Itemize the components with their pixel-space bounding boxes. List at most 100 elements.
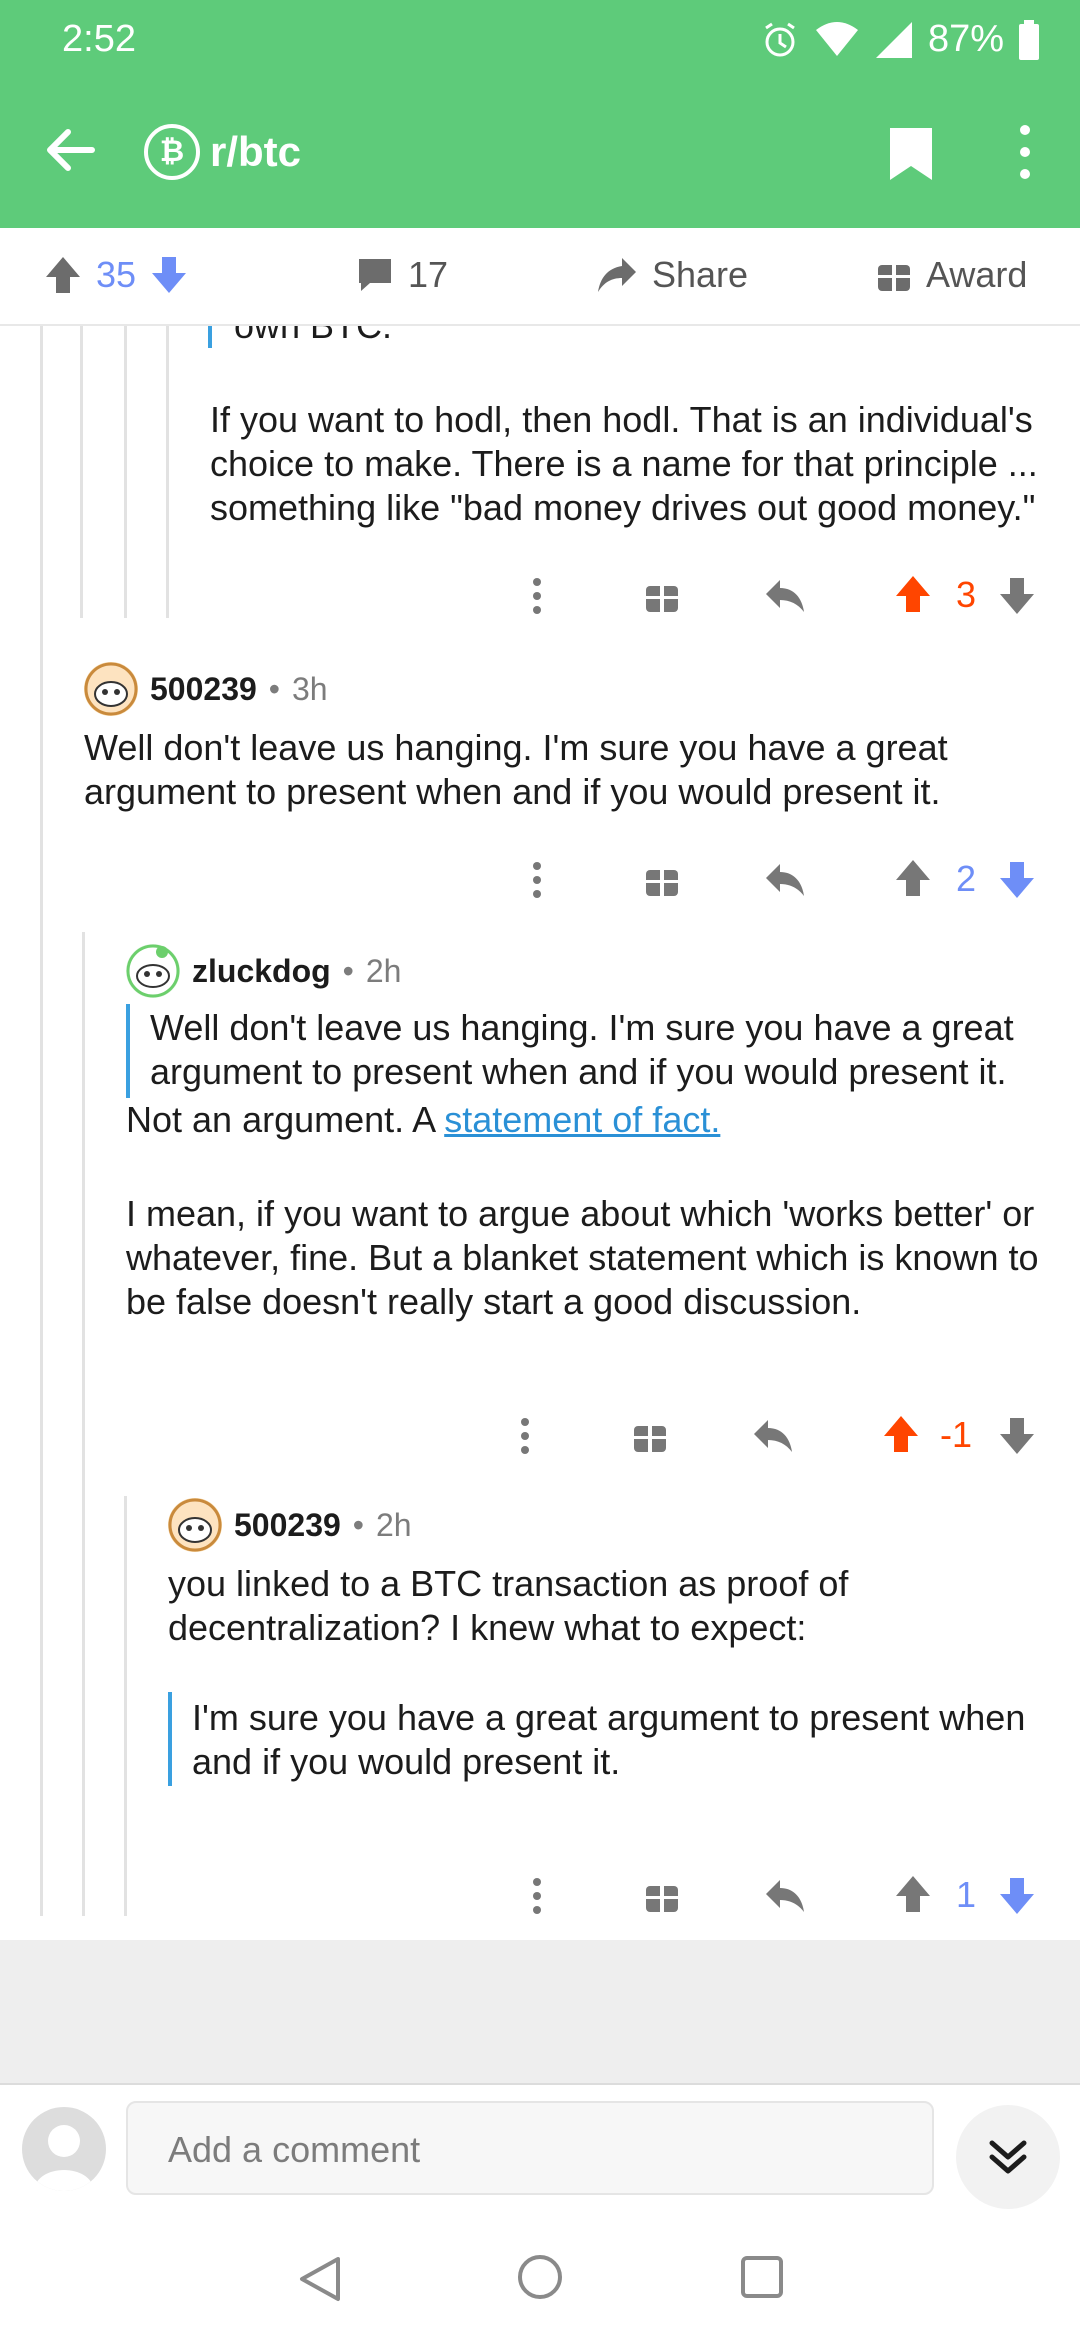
gift-icon[interactable] <box>644 1878 680 1914</box>
gift-icon[interactable] <box>644 862 680 898</box>
comment-body: If you want to hodl, then hodl. That is … <box>210 399 1038 528</box>
share-icon <box>598 258 636 292</box>
clipped-quote-text: own BTC. <box>234 326 1034 348</box>
thread-line-depth1 <box>80 326 83 618</box>
downvote-icon[interactable] <box>998 1416 1036 1456</box>
upvote-icon[interactable] <box>44 255 82 295</box>
quote-bar <box>126 1004 130 1098</box>
comment-username[interactable]: 500239 <box>234 1507 341 1544</box>
upvote-icon[interactable] <box>894 858 932 898</box>
comment-score: 2 <box>956 858 977 899</box>
reply-icon[interactable] <box>764 860 806 900</box>
avatar[interactable] <box>126 944 180 998</box>
quoted-text: Well don't leave us hanging. I'm sure yo… <box>150 1007 1014 1092</box>
kebab-icon <box>1020 125 1030 179</box>
comment-body: you linked to a BTC transaction as proof… <box>168 1563 849 1648</box>
award-button[interactable]: Award <box>876 254 1027 296</box>
user-avatar-icon <box>34 2125 94 2191</box>
comment-username[interactable]: 500239 <box>150 671 257 708</box>
meta-separator: • <box>268 670 280 707</box>
battery-percent: 87% <box>927 18 1004 60</box>
comment-meta: 500239 • 2h <box>168 1498 412 1552</box>
downvote-icon[interactable] <box>998 576 1036 616</box>
comment-time: 2h <box>375 1506 412 1543</box>
upvote-icon[interactable] <box>894 574 932 614</box>
comment-icon <box>359 259 391 291</box>
avatar-snoo-icon <box>84 662 138 716</box>
upvote-icon[interactable] <box>894 1874 932 1914</box>
quoted-text: I'm sure you have a great argument to pr… <box>192 1697 1026 1782</box>
top-bar: 2:52 87% ₿ r/btc <box>0 0 1080 228</box>
thread-line-c2 <box>82 932 85 1916</box>
subreddit-name: r/btc <box>210 128 302 175</box>
comment-composer: Add a comment <box>0 2087 1080 2215</box>
comment-thread: own BTC. If you want to hodl, then hodl.… <box>0 326 1080 1940</box>
expand-button[interactable] <box>956 2105 1060 2209</box>
comment-actions: 2 <box>520 850 1040 910</box>
comment-score: 1 <box>956 1874 977 1915</box>
reply-icon[interactable] <box>752 1416 794 1456</box>
thread-line-depth3 <box>166 326 169 618</box>
post-action-bar: 35 17 Share Award <box>0 228 1080 326</box>
more-icon[interactable] <box>530 1866 544 1926</box>
more-icon[interactable] <box>530 566 544 626</box>
back-button[interactable] <box>40 120 100 180</box>
more-icon[interactable] <box>530 850 544 910</box>
statement-of-fact-link[interactable]: statement of fact. <box>444 1099 720 1140</box>
gift-icon <box>878 265 910 291</box>
avatar[interactable] <box>84 662 138 716</box>
thread-line-depth2 <box>124 326 127 618</box>
post-comments-button[interactable]: 17 <box>356 254 448 296</box>
thread-end-area <box>0 1940 1080 2085</box>
system-nav-bar <box>0 2215 1080 2340</box>
comment-score: -1 <box>940 1414 973 1455</box>
comment-body: I mean, if you want to argue about which… <box>126 1193 1039 1322</box>
nav-back-icon[interactable] <box>298 2255 342 2303</box>
expand-icon <box>989 2140 1027 2174</box>
signal-icon <box>875 21 912 58</box>
nav-recents-icon[interactable] <box>740 2255 784 2299</box>
nav-home-icon[interactable] <box>516 2253 564 2301</box>
comment-actions: 3 <box>520 566 1040 626</box>
quote-bar <box>208 326 212 348</box>
wifi-icon <box>815 21 858 56</box>
comment-body-line: Not an argument. A statement of fact. <box>126 1098 1046 1142</box>
back-arrow-icon <box>47 129 95 171</box>
bitcoin-icon: ₿ <box>144 124 200 180</box>
downvote-icon[interactable] <box>150 255 188 295</box>
downvote-icon[interactable] <box>998 860 1036 900</box>
avatar-snoo-icon <box>168 1498 222 1552</box>
reply-icon[interactable] <box>764 576 806 616</box>
status-bar: 2:52 87% <box>0 0 1080 80</box>
upvote-icon[interactable] <box>882 1414 920 1454</box>
gift-icon[interactable] <box>644 578 680 614</box>
thread-line-depth0 <box>40 326 43 1916</box>
more-icon[interactable] <box>518 1406 532 1466</box>
status-right: 87% <box>760 18 1040 61</box>
post-comment-count: 17 <box>408 254 449 295</box>
share-label: Share <box>652 254 749 295</box>
subreddit-header[interactable]: ₿ r/btc <box>144 124 301 180</box>
comment-actions: -1 <box>510 1406 1040 1466</box>
bookmark-button[interactable] <box>888 126 934 182</box>
award-label: Award <box>926 254 1028 295</box>
comment-time: 2h <box>365 952 402 989</box>
share-button[interactable]: Share <box>596 254 748 296</box>
downvote-icon[interactable] <box>998 1876 1036 1916</box>
comment-meta: zluckdog • 2h <box>126 944 401 998</box>
reply-icon[interactable] <box>764 1876 806 1916</box>
thread-line-c3 <box>124 1496 127 1916</box>
comment-time: 3h <box>291 670 328 707</box>
add-comment-input[interactable]: Add a comment <box>126 2101 934 2195</box>
comment-username[interactable]: zluckdog <box>192 953 331 990</box>
avatar[interactable] <box>168 1498 222 1552</box>
overflow-menu-button[interactable] <box>1010 120 1040 184</box>
comment-text: Not an argument. A <box>126 1099 445 1140</box>
meta-separator: • <box>352 1506 364 1543</box>
user-avatar[interactable] <box>22 2107 106 2191</box>
gift-icon[interactable] <box>632 1418 668 1454</box>
bookmark-icon <box>890 128 932 180</box>
comment-score: 3 <box>956 574 977 615</box>
add-comment-placeholder: Add a comment <box>168 2129 421 2170</box>
status-time: 2:52 <box>62 18 136 60</box>
